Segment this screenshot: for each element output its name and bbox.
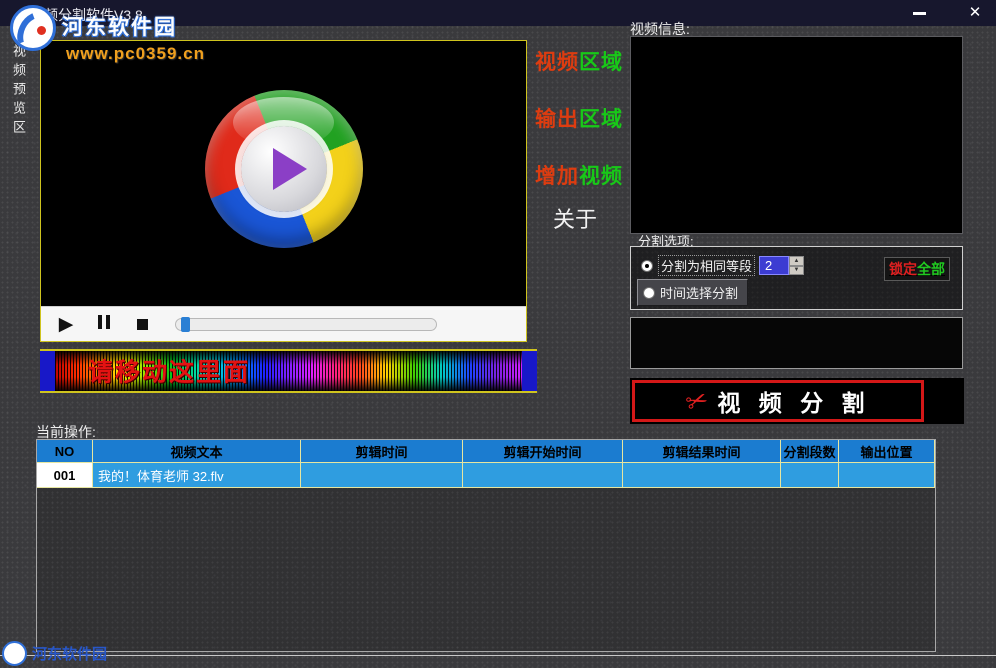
lock-all-part1: 锁定 [889, 261, 917, 277]
cell-start-time [463, 463, 623, 488]
waveform-left-cap [40, 351, 55, 391]
play-icon: ▶ [58, 313, 74, 335]
status-message-box [630, 317, 963, 369]
table-header-row: NO 视频文本 剪辑时间 剪辑开始时间 剪辑结果时间 分割段数 输出位置 [37, 440, 935, 463]
video-split-button-label: 视 频 分 割 [717, 390, 871, 416]
radio-selected-icon[interactable] [641, 259, 653, 272]
nav-add-video-part1: 增加 [535, 165, 579, 188]
radio-time-select[interactable]: 时间选择分割 [637, 279, 749, 306]
col-header-segments[interactable]: 分割段数 [781, 440, 839, 463]
stop-icon [136, 318, 148, 330]
scissors-icon: ✂ [681, 383, 712, 419]
radio-unselected-icon[interactable] [643, 286, 655, 299]
seek-slider[interactable] [175, 316, 437, 332]
minimize-button[interactable] [906, 3, 932, 23]
cell-clip-time [301, 463, 463, 488]
waveform-overlay-text: 请移动这里面 [88, 358, 251, 387]
window-bottom-divider [0, 655, 996, 656]
watermark-logo-small-icon [2, 641, 27, 666]
nav-add-video[interactable]: 增加视频 [535, 160, 623, 190]
seek-slider-thumb[interactable] [181, 316, 190, 332]
video-preview-rail-label: 视频预览区 [11, 44, 26, 139]
about-link[interactable]: 关于 [553, 202, 597, 234]
col-header-no[interactable]: NO [37, 440, 93, 463]
segments-stepper[interactable]: 2 ▲ ▼ [759, 256, 804, 275]
col-header-output[interactable]: 输出位置 [839, 440, 935, 463]
spin-down-button[interactable]: ▼ [789, 265, 804, 275]
logo-inner-circle [240, 125, 327, 212]
video-split-button[interactable]: ✂ 视 频 分 割 [632, 380, 924, 422]
nav-add-video-part2: 视频 [579, 165, 623, 188]
pause-icon [96, 314, 112, 334]
media-player-logo-icon [204, 89, 363, 248]
waveform-right-cap [522, 351, 537, 391]
play-button[interactable]: ▶ [53, 311, 79, 337]
video-info-box [630, 36, 963, 234]
app-window: 视频分割软件V3.8 ✕ 视频预览区 ▶ 请移动这里面 视频区域 输出区域 增加… [0, 0, 996, 668]
player-controls: ▶ [41, 306, 526, 341]
nav-output-area[interactable]: 输出区域 [535, 103, 623, 133]
col-header-video-text[interactable]: 视频文本 [93, 440, 301, 463]
col-header-start-time[interactable]: 剪辑开始时间 [463, 440, 623, 463]
watermark-logo-icon [10, 5, 56, 51]
watermark-bottom-site-name: 河东软件园 [32, 646, 108, 663]
close-button[interactable]: ✕ [962, 3, 988, 23]
video-screen [41, 41, 526, 306]
watermark-bottom: 河东软件园 [2, 641, 107, 666]
spin-up-button[interactable]: ▲ [789, 256, 804, 266]
pause-button[interactable] [91, 311, 117, 337]
video-player-frame: ▶ [40, 40, 527, 342]
minimize-icon [912, 12, 926, 15]
lock-all-button[interactable]: 锁定全部 [884, 257, 950, 281]
operation-table: NO 视频文本 剪辑时间 剪辑开始时间 剪辑结果时间 分割段数 输出位置 001… [36, 439, 936, 652]
col-header-result-time[interactable]: 剪辑结果时间 [623, 440, 781, 463]
nav-video-area-part2: 区域 [579, 51, 623, 74]
lock-all-part2: 全部 [917, 261, 945, 277]
split-button-row: ✂ 视 频 分 割 [630, 378, 964, 424]
radio-equal-segments[interactable]: 分割为相同等段 [641, 255, 756, 276]
nav-video-area-part1: 视频 [535, 51, 579, 74]
stop-button[interactable] [129, 311, 155, 337]
segments-spin-buttons: ▲ ▼ [789, 256, 804, 275]
watermark-site-url: www.pc0359.cn [66, 44, 205, 63]
nav-output-area-part1: 输出 [535, 108, 579, 131]
nav-video-area[interactable]: 视频区域 [535, 46, 623, 76]
table-row[interactable]: 001 我的！体育老师 32.flv [37, 463, 935, 488]
logo-play-icon [272, 147, 307, 190]
col-header-clip-time[interactable]: 剪辑时间 [301, 440, 463, 463]
radio-time-select-label: 时间选择分割 [660, 286, 739, 301]
radio-equal-segments-label: 分割为相同等段 [658, 255, 756, 276]
cell-no: 001 [37, 463, 93, 488]
cell-segments [781, 463, 839, 488]
audio-waveform-display[interactable]: 请移动这里面 [40, 349, 537, 393]
split-options-group: 分割为相同等段 2 ▲ ▼ 锁定全部 时间选择分割 [630, 246, 963, 310]
segments-value-input[interactable]: 2 [759, 256, 789, 275]
cell-video-text: 我的！体育老师 32.flv [93, 463, 301, 488]
nav-output-area-part2: 区域 [579, 108, 623, 131]
cell-output [839, 463, 935, 488]
cell-result-time [623, 463, 781, 488]
